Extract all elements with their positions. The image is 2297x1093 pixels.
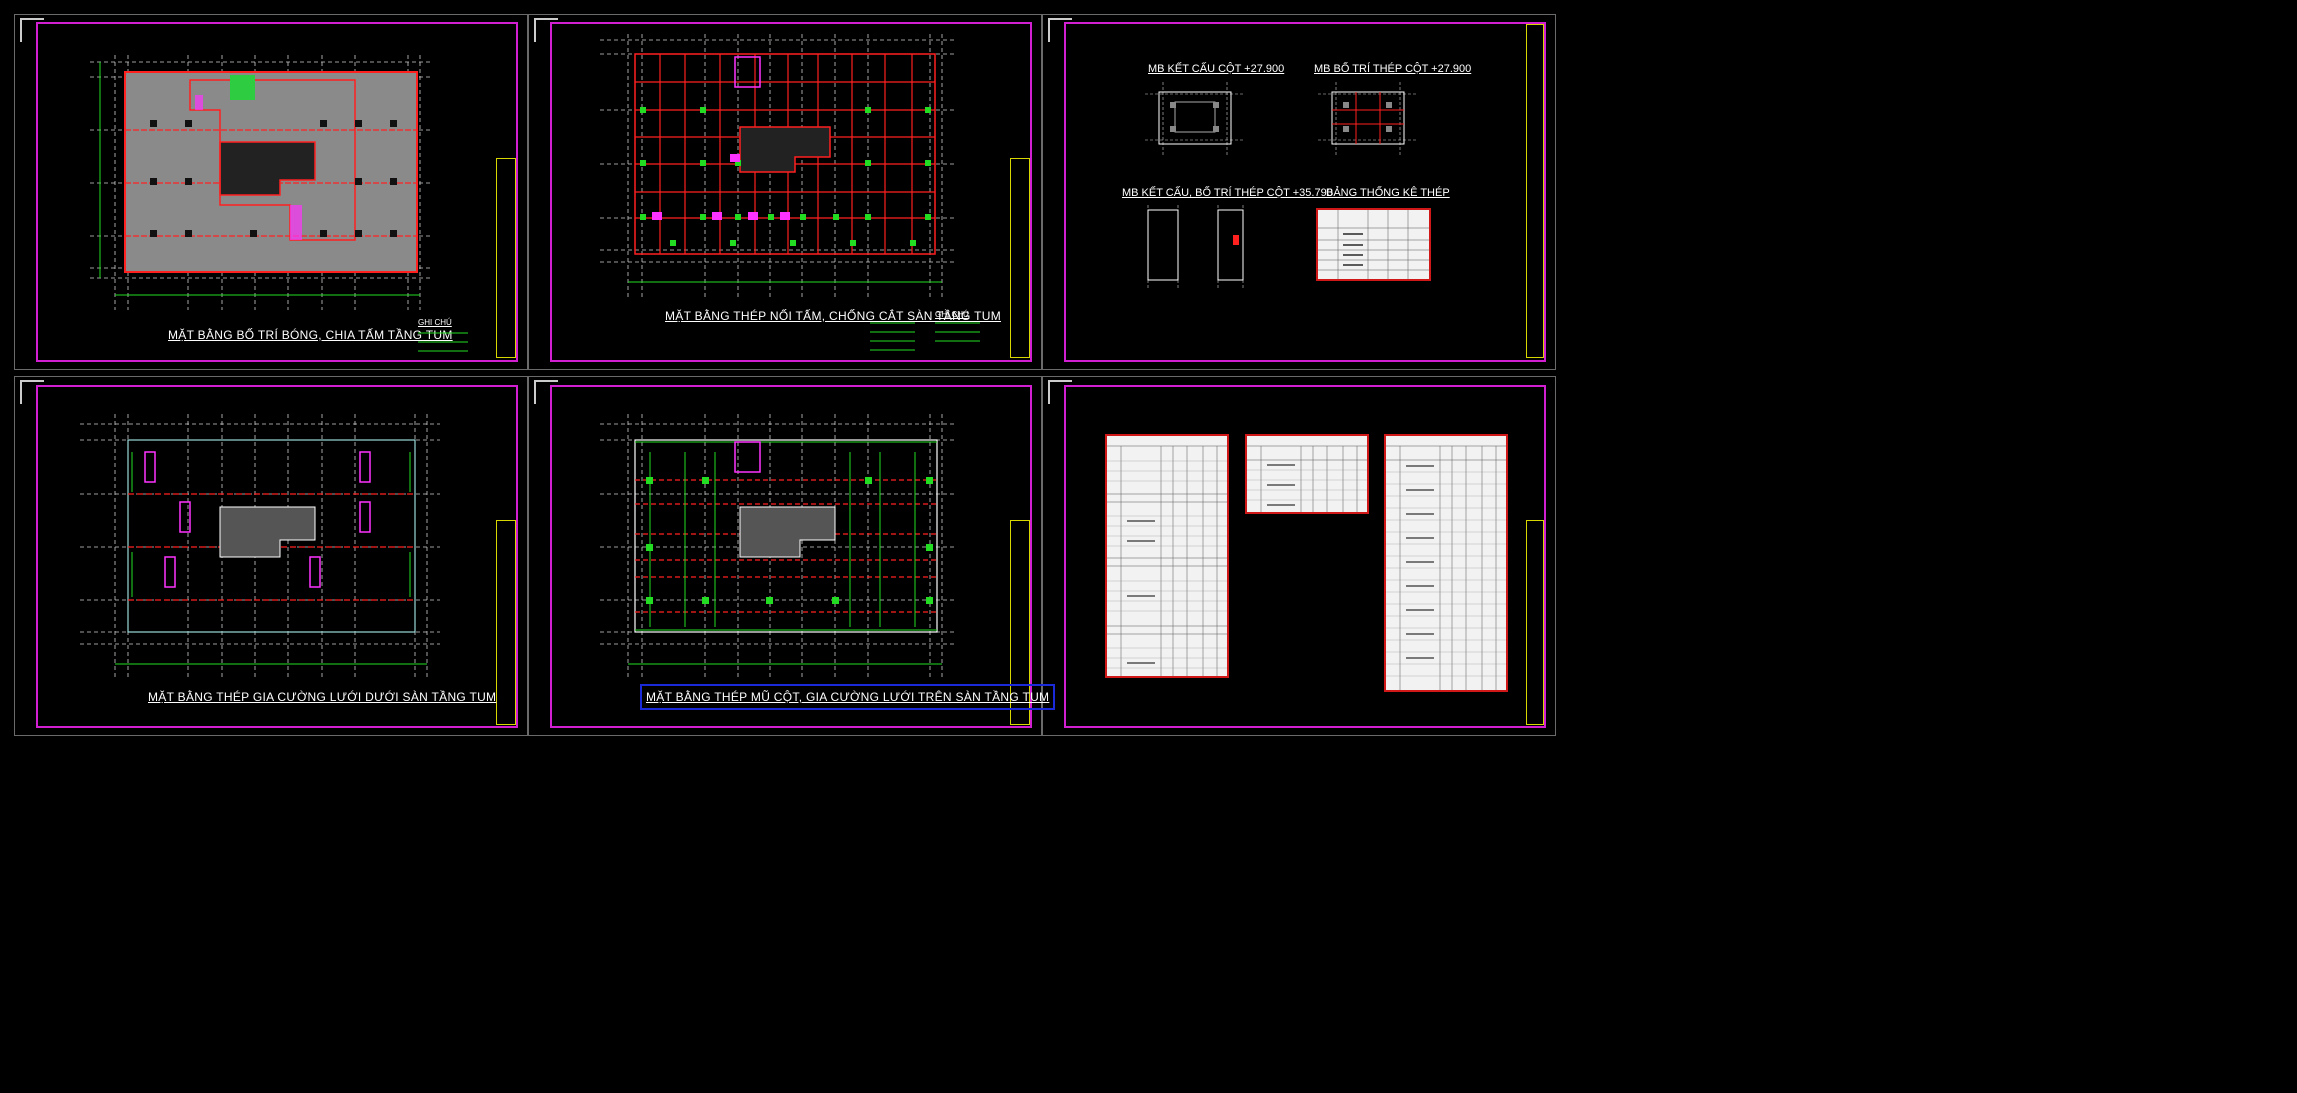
title-block [1010,158,1030,358]
steel-schedule-table-2[interactable] [1245,434,1369,514]
sheet-2-notes [870,322,980,351]
sheet-1-note-label: GHI CHÚ [418,318,452,327]
sheet-2-note-label: GHI CHÚ [935,310,969,319]
steel-schedule-table-small[interactable] [1316,208,1431,281]
sheet-1-title: MẶT BẰNG BỐ TRÍ BÓNG, CHIA TẤM TẦNG TUM [168,328,453,342]
sheet-3-title-2: MB BỐ TRÍ THÉP CỘT +27.900 [1314,63,1472,75]
title-block [496,520,516,725]
floor-plan-bottom-reinforcement [80,414,440,677]
title-block [1526,520,1544,725]
title-block [1526,24,1544,358]
sheet-3-title-4: BẢNG THỐNG KÊ THÉP [1326,187,1450,199]
sheet-1-notes [418,332,468,352]
floor-plan-connecting-rebar [600,34,955,297]
floor-plan-bulb-layout [90,55,430,310]
steel-schedule-table-1[interactable] [1105,434,1229,678]
column-rebar-27900 [1318,82,1418,157]
title-block [496,158,516,358]
sheet-3-title-3: MB KẾT CẤU, BỐ TRÍ THÉP CỘT +35.790 [1122,187,1333,199]
steel-schedule-table-3[interactable] [1384,434,1508,692]
column-plan-35790 [1147,205,1244,290]
floor-plan-column-head-rebar [600,414,955,677]
sheet-4-title: MẶT BẰNG THÉP GIA CƯỜNG LƯỚI DƯỚI SÀN TẦ… [148,690,497,704]
sheet-3-title-1: MB KẾT CẤU CỘT +27.900 [1148,63,1285,75]
sheet-5-title[interactable]: MẶT BẰNG THÉP MŨ CỘT, GIA CƯỜNG LƯỚI TRÊ… [639,684,1056,710]
column-plan-27900 [1145,82,1245,157]
